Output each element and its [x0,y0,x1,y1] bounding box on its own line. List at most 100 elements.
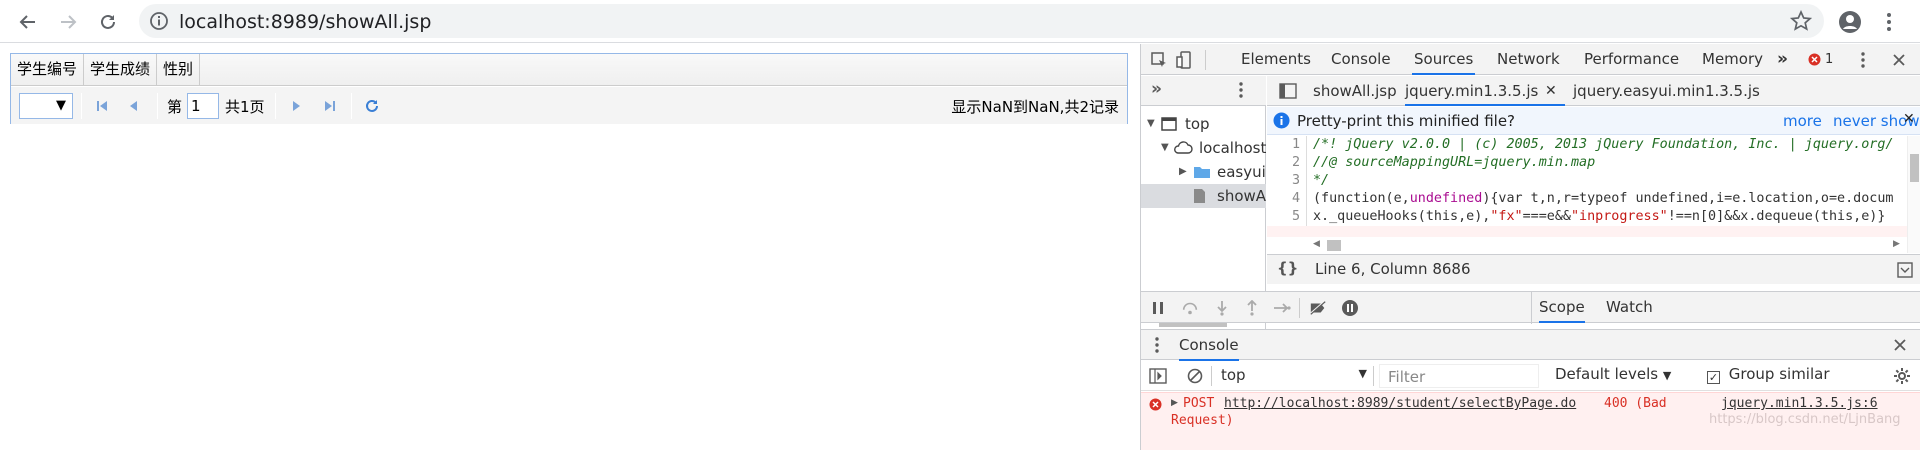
editor-tab-jquery[interactable]: jquery.min1.3.5.js ✕ [1405,76,1565,106]
devtools-tabbar: Elements Console Sources Network Perform… [1141,44,1920,75]
error-counter[interactable]: 1 [1808,52,1833,67]
editor-statusbar: {} Line 6, Column 8686 [1267,254,1920,284]
device-toolbar-button[interactable] [1175,50,1195,70]
drawer-tab-console[interactable]: Console [1179,330,1239,361]
pause-button[interactable] [1149,299,1167,317]
info-icon[interactable] [149,11,169,35]
back-button[interactable] [12,6,44,38]
tab-console[interactable]: Console [1329,44,1393,75]
expand-right-icon: ▶ [1179,166,1187,177]
console-sidebar-icon[interactable] [1149,368,1167,384]
prev-page-button[interactable] [123,95,145,117]
editor-hscrollbar[interactable]: ◀ ▶ [1267,237,1907,253]
console-filter-input[interactable]: Filter [1379,364,1539,388]
page-size-select[interactable]: ▼ [19,93,73,119]
pause-on-exceptions-button[interactable] [1341,299,1359,317]
line-number: 2 [1291,155,1300,170]
checkbox-checked-icon[interactable]: ✓ [1707,371,1720,384]
divider [1211,366,1212,386]
divider [1531,292,1532,324]
url-text[interactable]: localhost:8989/showAll.jsp [179,11,431,33]
tree-item-localhost[interactable]: ▼ localhost:8989 [1141,136,1266,160]
close-infobar-icon[interactable]: ✕ [1903,111,1915,127]
step-button[interactable] [1273,299,1291,317]
address-bar[interactable]: localhost:8989/showAll.jsp [139,4,1824,38]
tab-network[interactable]: Network [1495,44,1562,75]
scroll-thumb[interactable] [1327,240,1341,251]
close-devtools-button[interactable] [1889,50,1909,70]
devtools-panel: Elements Console Sources Network Perform… [1140,44,1920,450]
editor-tab-showall[interactable]: showAll.jsp [1313,76,1397,106]
tab-memory[interactable]: Memory [1700,44,1765,75]
context-selector[interactable]: top ▼ [1221,363,1367,388]
clear-console-icon[interactable] [1187,368,1203,384]
error-method: POST [1183,396,1215,411]
toggle-navigator-icon[interactable] [1279,83,1297,99]
log-levels-dropdown[interactable]: Default levels ▼ [1555,365,1671,383]
star-icon[interactable] [1789,9,1813,36]
gear-icon[interactable] [1893,367,1911,385]
refresh-button[interactable] [361,95,383,117]
group-similar-toggle[interactable]: ✓ Group similar [1707,365,1830,384]
tree-item-easyui[interactable]: ▶ easyui [1141,160,1266,184]
filter-placeholder: Filter [1388,368,1426,386]
code-line: x._queueHooks(this,e),"fx"===e&&"inprogr… [1313,209,1885,224]
step-over-button[interactable] [1181,299,1199,317]
expand-right-icon[interactable]: ▶ [1171,398,1178,408]
pause-icon [1153,302,1163,314]
step-out-button[interactable] [1243,299,1261,317]
pretty-print-infobar: Pretty-print this minified file? more ne… [1267,107,1920,135]
tree-item-top[interactable]: ▼ top [1141,112,1266,136]
editor-vscrollbar[interactable] [1907,136,1920,253]
forward-button[interactable] [52,6,84,38]
navigator-menu-button[interactable] [1239,82,1243,102]
tree-item-showall[interactable]: showAll.jsp [1141,184,1266,208]
toggle-debugger-icon[interactable] [1897,262,1913,278]
error-source-link[interactable]: jquery.min1.3.5.js:6 [1721,396,1878,411]
close-drawer-button[interactable] [1893,338,1907,356]
column-header-gender[interactable]: 性别 [157,54,201,85]
step-into-button[interactable] [1213,299,1231,317]
page-number-input[interactable]: 1 [187,93,219,119]
more-tabs-chevron-icon[interactable]: » [1775,44,1790,75]
format-braces-icon[interactable]: {} [1277,259,1298,277]
first-page-button[interactable] [91,95,113,117]
tab-elements[interactable]: Elements [1239,44,1313,75]
close-tab-icon[interactable]: ✕ [1545,76,1557,106]
drawer-menu-button[interactable] [1155,337,1159,357]
next-page-button[interactable] [285,95,307,117]
tab-performance[interactable]: Performance [1582,44,1681,75]
chevron-double-right-icon[interactable]: » [1151,79,1162,99]
browser-menu-button[interactable] [1873,6,1905,38]
cloud-icon [1174,141,1193,154]
navigator-header: » [1141,76,1266,106]
reload-button[interactable] [92,6,124,38]
scroll-thumb[interactable] [1910,154,1919,182]
tab-sources[interactable]: Sources [1412,44,1476,75]
deactivate-breakpoints-button[interactable] [1309,299,1327,317]
pagination-bar: ▼ 第 1 共1页 显示NaN到NaN,共2记录 [11,87,1127,124]
inspect-element-button[interactable] [1149,50,1169,70]
code-token: ){var t,n,r=typeof undefined,i=e.locatio… [1482,191,1894,206]
infobar-more-link[interactable]: more [1783,112,1822,130]
column-header-score[interactable]: 学生成绩 [84,54,158,85]
info-icon [1273,112,1290,129]
tab-watch[interactable]: Watch [1606,292,1653,323]
dropdown-arrow-icon: ▼ [1662,369,1672,382]
last-page-button[interactable] [319,95,341,117]
step-out-icon [1247,300,1257,316]
devtools-menu-button[interactable] [1853,50,1873,70]
column-header-student-id[interactable]: 学生编号 [11,54,85,85]
code-editor[interactable]: 1 2 3 4 5 6 /*! jQuery v2.0.0 | (c) 2005… [1267,136,1920,244]
tab-scope[interactable]: Scope [1539,292,1585,323]
line-number: 1 [1291,137,1300,152]
divider [275,93,276,119]
console-error-message[interactable]: ▶ POST http://localhost:8989/student/sel… [1141,392,1920,450]
inspect-icon [1151,52,1166,67]
tree-label: easyui [1217,163,1266,181]
error-url-link[interactable]: http://localhost:8989/student/selectByPa… [1224,396,1576,411]
tree-label: showAll.jsp [1217,187,1266,205]
divider [1299,298,1300,318]
editor-tab-easyui[interactable]: jquery.easyui.min1.3.5.js [1573,76,1760,106]
profile-avatar[interactable] [1834,6,1866,38]
